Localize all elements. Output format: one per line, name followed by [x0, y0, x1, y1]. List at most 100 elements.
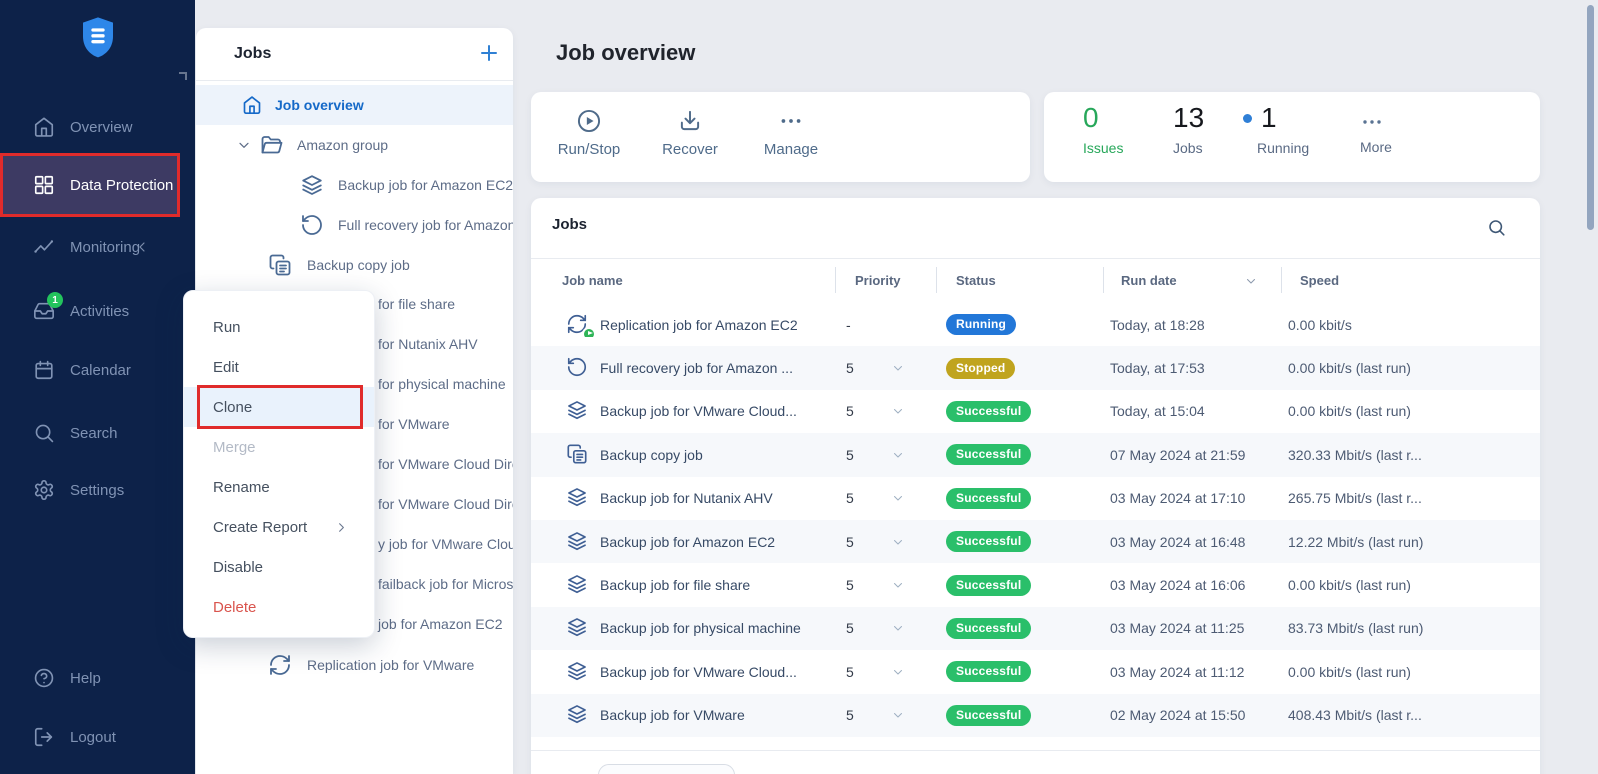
sidebar-item-overview[interactable]: Overview — [0, 107, 195, 147]
jobs-value: 13 — [1173, 102, 1204, 134]
manage-button[interactable]: Manage — [745, 108, 837, 158]
sort-chevron-down-icon[interactable] — [1244, 274, 1258, 288]
menu-item-disable[interactable]: Disable — [184, 547, 374, 587]
tree-item-occluded[interactable]: failback job for Microso — [378, 576, 513, 592]
sidebar-item-search[interactable]: Search — [0, 413, 195, 453]
table-row[interactable]: Full recovery job for Amazon ... 5 Stopp… — [531, 346, 1540, 389]
job-name[interactable]: Backup job for VMware Cloud... — [600, 403, 797, 419]
priority-dropdown-chevron[interactable] — [891, 404, 905, 418]
chevron-left-icon[interactable] — [134, 239, 150, 255]
tree-item-occluded[interactable]: for file share — [378, 296, 455, 312]
priority-value: - — [835, 317, 851, 333]
priority-value: 5 — [835, 664, 854, 680]
column-header-run-date[interactable]: Run date — [1103, 273, 1281, 288]
tree-item-occluded[interactable]: job for Amazon EC2 — [378, 616, 503, 632]
run-date: 02 May 2024 at 15:50 — [1103, 707, 1281, 723]
stat-running[interactable]: 1 Running — [1243, 102, 1309, 156]
tree-item-amazon-group[interactable]: Amazon group — [196, 125, 513, 165]
sidebar-item-activities[interactable]: 1 Activities — [0, 291, 195, 331]
job-name[interactable]: Backup job for Amazon EC2 — [600, 534, 775, 550]
tree-item-occluded[interactable]: for VMware Cloud Direc — [378, 496, 513, 512]
tree-item-occluded[interactable]: for Nutanix AHV — [378, 336, 478, 352]
tree-item-full-recovery-amazon[interactable]: Full recovery job for Amazon E — [196, 205, 513, 245]
menu-item-run[interactable]: Run — [184, 307, 374, 347]
priority-dropdown-chevron[interactable] — [891, 621, 905, 635]
priority-value: 5 — [835, 707, 854, 723]
pagination-control[interactable] — [598, 764, 735, 774]
tree-item-backup-copy-job[interactable]: Backup copy job — [196, 245, 513, 285]
table-row[interactable]: Replication job for Amazon EC2 - Running… — [531, 303, 1540, 346]
table-row[interactable]: Backup job for Nutanix AHV 5 Successful … — [531, 477, 1540, 520]
job-name[interactable]: Backup job for physical machine — [600, 620, 801, 636]
sidebar-item-settings[interactable]: Settings — [0, 470, 195, 510]
sidebar-item-logout[interactable]: Logout — [0, 717, 195, 757]
run-date: Today, at 15:04 — [1103, 403, 1281, 419]
tree-item-occluded[interactable]: for VMware Cloud Direc — [378, 456, 513, 472]
table-row[interactable]: Backup job for file share 5 Successful 0… — [531, 563, 1540, 606]
menu-item-clone[interactable]: Clone — [184, 387, 374, 427]
job-name[interactable]: Replication job for Amazon EC2 — [600, 317, 798, 333]
table-row[interactable]: Backup job for Amazon EC2 5 Successful 0… — [531, 520, 1540, 563]
button-label: Run/Stop — [558, 141, 621, 158]
chevron-down-icon[interactable] — [236, 137, 252, 153]
stat-issues[interactable]: 0 Issues — [1083, 102, 1123, 156]
status-badge: Successful — [946, 531, 1031, 552]
run-stop-button[interactable]: Run/Stop — [543, 108, 635, 158]
tree-item-job-overview[interactable]: Job overview — [196, 85, 513, 125]
column-header-priority[interactable]: Priority — [835, 273, 936, 288]
column-header-speed[interactable]: Speed — [1281, 273, 1540, 288]
priority-dropdown-chevron[interactable] — [891, 665, 905, 679]
menu-item-edit[interactable]: Edit — [184, 347, 374, 387]
tree-item-label: Job overview — [275, 97, 364, 113]
column-header-job-name[interactable]: Job name — [531, 273, 835, 288]
tree-item-occluded[interactable]: y job for VMware Cloud — [378, 536, 513, 552]
table-row[interactable]: Backup copy job 5 Successful 07 May 2024… — [531, 433, 1540, 476]
job-context-menu: Run Edit Clone Merge Rename Create Repor… — [183, 290, 375, 638]
tree-item-occluded[interactable]: for physical machine — [378, 376, 506, 392]
recover-button[interactable]: Recover — [644, 108, 736, 158]
job-name[interactable]: Backup copy job — [600, 447, 703, 463]
job-name[interactable]: Backup job for VMware Cloud... — [600, 664, 797, 680]
menu-item-rename[interactable]: Rename — [184, 467, 374, 507]
stat-jobs[interactable]: 13 Jobs — [1173, 102, 1204, 156]
sidebar-item-monitoring[interactable]: Monitoring — [0, 227, 195, 267]
add-job-button[interactable] — [477, 41, 501, 65]
job-name[interactable]: Full recovery job for Amazon ... — [600, 360, 793, 376]
table-row[interactable]: Backup job for physical machine 5 Succes… — [531, 607, 1540, 650]
priority-dropdown-chevron[interactable] — [891, 535, 905, 549]
job-name[interactable]: Backup job for file share — [600, 577, 750, 593]
menu-item-merge: Merge — [184, 427, 374, 467]
tree-item-replication-vmware[interactable]: Replication job for VMware — [196, 645, 513, 685]
tree-item-occluded[interactable]: for VMware — [378, 416, 450, 432]
table-row[interactable]: Backup job for VMware Cloud... 5 Success… — [531, 390, 1540, 433]
recovery-job-icon — [566, 356, 590, 380]
sidebar-item-calendar[interactable]: Calendar — [0, 350, 195, 390]
backup-job-icon — [566, 399, 590, 423]
home-icon — [242, 95, 262, 115]
priority-dropdown-chevron[interactable] — [891, 491, 905, 505]
tree-item-backup-job-amazon[interactable]: Backup job for Amazon EC2 — [196, 165, 513, 205]
menu-item-create-report[interactable]: Create Report — [184, 507, 374, 547]
priority-dropdown-chevron[interactable] — [891, 708, 905, 722]
priority-dropdown-chevron[interactable] — [891, 361, 905, 375]
backup-job-icon — [566, 486, 590, 510]
play-circle-icon — [576, 108, 602, 134]
priority-dropdown-chevron[interactable] — [891, 578, 905, 592]
priority-dropdown-chevron[interactable] — [891, 448, 905, 462]
sidebar-item-label: Data Protection — [70, 177, 173, 194]
menu-item-delete[interactable]: Delete — [184, 587, 374, 627]
stat-more[interactable]: More — [1360, 102, 1392, 155]
download-icon — [677, 108, 703, 134]
replication-job-icon — [268, 653, 292, 677]
table-row[interactable]: Backup job for VMware 5 Successful 02 Ma… — [531, 694, 1540, 737]
vertical-scrollbar-thumb[interactable] — [1587, 5, 1594, 230]
tree-item-label: Backup copy job — [307, 257, 410, 273]
column-header-status[interactable]: Status — [936, 273, 1103, 288]
table-row[interactable]: Backup job for VMware Cloud... 5 Success… — [531, 650, 1540, 693]
table-search-icon[interactable] — [1487, 218, 1506, 237]
folder-icon — [260, 133, 284, 157]
sidebar-item-data-protection[interactable]: Data Protection — [0, 153, 180, 217]
sidebar-item-help[interactable]: Help — [0, 658, 195, 698]
job-name[interactable]: Backup job for VMware — [600, 707, 745, 723]
job-name[interactable]: Backup job for Nutanix AHV — [600, 490, 773, 506]
